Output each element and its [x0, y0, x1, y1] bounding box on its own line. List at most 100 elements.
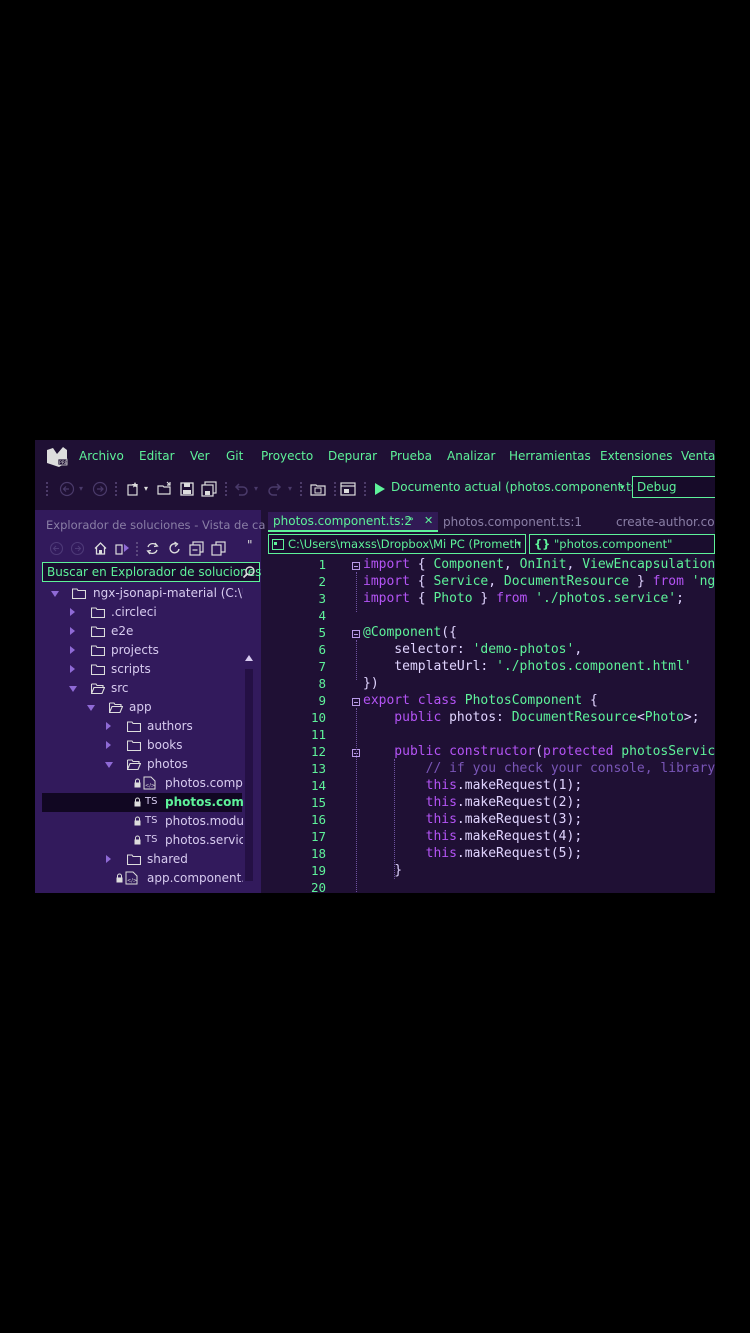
- new-project-icon[interactable]: [125, 481, 141, 497]
- open-folder-icon: [109, 702, 123, 713]
- run-target-label[interactable]: Documento actual (photos.component.ts): [391, 480, 642, 494]
- line-number: 6: [318, 642, 326, 657]
- fold-toggle-icon[interactable]: [352, 698, 360, 706]
- more-options-icon[interactable]: ": [247, 538, 262, 553]
- collapsed-arrow-icon[interactable]: [106, 722, 111, 730]
- forward-icon[interactable]: [92, 481, 108, 497]
- code-line: import { Service, DocumentResource } fro…: [363, 574, 715, 589]
- scroll-thumb[interactable]: [245, 669, 253, 881]
- undo-dropdown-icon[interactable]: ▾: [254, 484, 258, 493]
- code-token: './photos.component.html': [496, 659, 692, 674]
- explorer-separator-icon: [136, 542, 138, 556]
- expanded-arrow-icon[interactable]: [105, 762, 113, 768]
- home-icon[interactable]: [93, 541, 108, 556]
- explorer-forward-icon[interactable]: [70, 541, 85, 556]
- menu-prueba[interactable]: Prueba: [390, 449, 432, 463]
- expanded-arrow-icon[interactable]: [87, 705, 95, 711]
- visual-studio-logo-icon: PRE: [47, 447, 68, 467]
- tree-item-app-component-html[interactable]: </> app.component.h: [42, 869, 243, 888]
- explorer-search-input[interactable]: Buscar en Explorador de soluciones: [42, 562, 261, 582]
- collapsed-arrow-icon[interactable]: [70, 646, 75, 654]
- menu-editar[interactable]: Editar: [139, 449, 175, 463]
- menu-analizar[interactable]: Analizar: [447, 449, 495, 463]
- explorer-scrollbar[interactable]: [244, 655, 254, 885]
- save-all-icon[interactable]: [201, 481, 217, 497]
- menu-proyecto[interactable]: Proyecto: [261, 449, 313, 463]
- new-dropdown-icon[interactable]: ▾: [144, 484, 148, 493]
- collapsed-arrow-icon[interactable]: [106, 855, 111, 863]
- menu-depurar[interactable]: Depurar: [328, 449, 377, 463]
- browse-folder-icon[interactable]: [310, 481, 326, 497]
- menu-ventana[interactable]: Ventan: [681, 449, 715, 463]
- tab-create-author[interactable]: create-author.com: [616, 512, 715, 532]
- tree-item-books[interactable]: books: [42, 736, 242, 755]
- tree-item-projects[interactable]: projects: [42, 641, 242, 660]
- collapsed-arrow-icon[interactable]: [70, 665, 75, 673]
- pin-icon[interactable]: ⊸: [405, 514, 413, 525]
- menu-ver[interactable]: Ver: [190, 449, 210, 463]
- tree-item-photos-html[interactable]: </> photos.compo: [42, 774, 243, 793]
- tree-item-shared[interactable]: shared: [42, 850, 242, 869]
- save-icon[interactable]: [179, 481, 195, 497]
- tree-item-label: e2e: [111, 624, 134, 638]
- menu-archivo[interactable]: Archivo: [79, 449, 124, 463]
- configuration-select[interactable]: Debug: [632, 476, 715, 498]
- member-scope-dropdown[interactable]: {} "photos.component": [529, 534, 715, 554]
- expanded-arrow-icon[interactable]: [69, 686, 77, 692]
- redo-icon[interactable]: [267, 481, 283, 497]
- line-number: 16: [310, 812, 326, 827]
- collapsed-arrow-icon[interactable]: [70, 627, 75, 635]
- tree-item-e2e[interactable]: e2e: [42, 622, 242, 641]
- back-icon[interactable]: [59, 481, 75, 497]
- tree-item-scripts[interactable]: scripts: [42, 660, 242, 679]
- tree-item-photos-module[interactable]: TS photos.module: [42, 812, 243, 831]
- back-dropdown-icon[interactable]: ▾: [79, 484, 83, 493]
- line-number: 18: [310, 846, 326, 861]
- fold-toggle-icon[interactable]: [352, 630, 360, 638]
- tree-item-circleci[interactable]: .circleci: [42, 603, 242, 622]
- tree-item-photos-ts-selected[interactable]: TS photos.compo: [42, 793, 243, 812]
- collapse-all-icon[interactable]: [189, 541, 204, 556]
- redo-dropdown-icon[interactable]: ▾: [288, 484, 292, 493]
- file-scope-dropdown-icon[interactable]: ▾: [517, 539, 521, 548]
- tree-item-solution[interactable]: ngx-jsonapi-material (C:\Use: [42, 584, 243, 603]
- braces-icon: {}: [534, 537, 551, 551]
- code-token: public: [363, 710, 450, 725]
- file-scope-dropdown[interactable]: C:\Users\maxss\Dropbox\Mi PC (Prometh ▾: [268, 534, 526, 554]
- code-line: import { Component, OnInit, ViewEncapsul…: [363, 557, 715, 572]
- tree-item-photos-service[interactable]: TS photos.service.: [42, 831, 243, 850]
- run-target-dropdown-icon[interactable]: ▾: [620, 483, 625, 493]
- close-icon[interactable]: ✕: [424, 514, 433, 527]
- code-token: DocumentResource: [503, 574, 630, 589]
- undo-icon[interactable]: [233, 481, 249, 497]
- lock-icon: [134, 797, 141, 807]
- tab-photos-component-2[interactable]: photos.component.ts:2 ⊸ ✕: [268, 512, 438, 532]
- tree-item-photos[interactable]: photos: [42, 755, 242, 774]
- run-play-icon[interactable]: [372, 481, 388, 497]
- lock-icon: [116, 873, 123, 883]
- collapsed-arrow-icon[interactable]: [70, 608, 75, 616]
- menu-extensiones[interactable]: Extensiones: [600, 449, 673, 463]
- tree-item-authors[interactable]: authors: [42, 717, 242, 736]
- collapsed-arrow-icon[interactable]: [106, 741, 111, 749]
- show-all-files-icon[interactable]: [211, 541, 226, 556]
- tree-item-src[interactable]: src: [42, 679, 242, 698]
- switch-views-icon[interactable]: [115, 541, 130, 556]
- tab-photos-component-1[interactable]: photos.component.ts:1: [443, 512, 583, 532]
- fold-toggle-icon[interactable]: [352, 562, 360, 570]
- menu-herramientas[interactable]: Herramientas: [509, 449, 591, 463]
- code-area[interactable]: 1 2 3 4 5 6 7 8 9 10 11 12 13 14 15 16 17 18 19 20 import {…: [266, 556, 715, 893]
- expanded-arrow-icon[interactable]: [51, 591, 59, 597]
- scroll-up-arrow-icon[interactable]: [245, 655, 253, 661]
- refresh-icon[interactable]: [167, 541, 182, 556]
- sync-icon[interactable]: [145, 541, 160, 556]
- code-token: from: [496, 591, 528, 606]
- search-icon[interactable]: [242, 565, 256, 579]
- folder-icon: [91, 607, 105, 618]
- open-folder-icon[interactable]: [157, 481, 173, 497]
- window-layout-icon[interactable]: [340, 481, 356, 497]
- explorer-back-icon[interactable]: [49, 541, 64, 556]
- menu-git[interactable]: Git: [226, 449, 243, 463]
- tree-item-app[interactable]: app: [42, 698, 242, 717]
- lock-icon: [134, 835, 141, 845]
